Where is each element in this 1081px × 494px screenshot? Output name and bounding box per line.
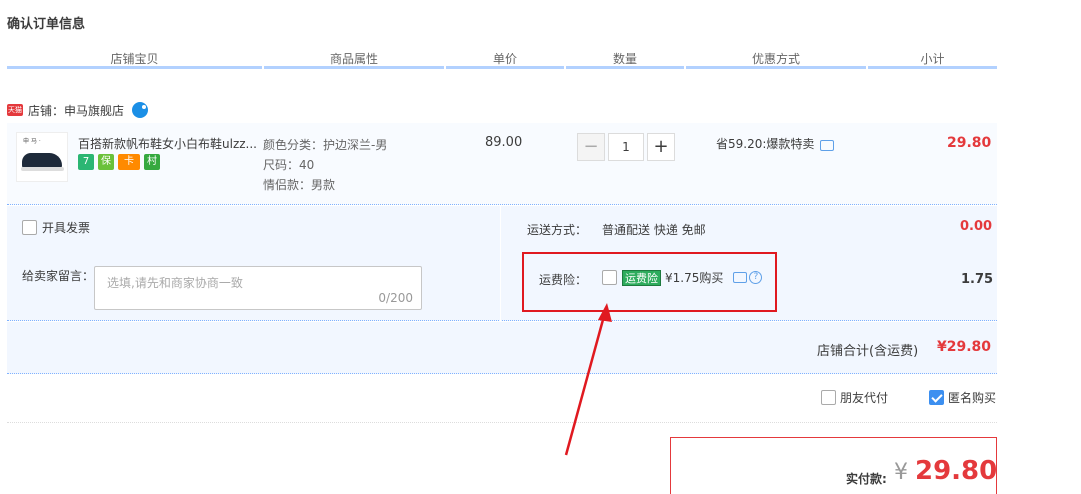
qty-increase-button[interactable]: + bbox=[647, 133, 675, 161]
village-tao-icon[interactable]: 村 bbox=[144, 154, 160, 170]
extras-section: 开具发票 给卖家留言： 选填,请先和商家协商一致 0/200 运送方式： 普通配… bbox=[7, 206, 997, 321]
invoice-label: 开具发票 bbox=[42, 221, 91, 235]
col-header-price: 单价 bbox=[446, 50, 564, 69]
shop-row: 天猫 店铺：申马旗舰店 bbox=[7, 101, 149, 119]
col-header-discount: 优惠方式 bbox=[686, 50, 866, 69]
col-header-qty: 数量 bbox=[566, 50, 684, 69]
shoe-sole-image bbox=[21, 167, 64, 171]
currency-symbol: ¥ bbox=[894, 460, 908, 485]
actual-payment-amount: 29.80 bbox=[915, 456, 998, 486]
invoice-option[interactable]: 开具发票 bbox=[22, 219, 90, 236]
shipping-method: 普通配送 快递 免邮 bbox=[602, 223, 706, 237]
col-header-subtotal: 小计 bbox=[868, 50, 997, 69]
actual-payment-label: 实付款: bbox=[846, 472, 887, 486]
thumbnail-brand-text: 申 马 · bbox=[23, 138, 41, 145]
memo-label: 给卖家留言： bbox=[22, 269, 95, 283]
shipping-fee: 0.00 bbox=[960, 219, 993, 234]
friend-pay-option[interactable]: 朋友代付 bbox=[821, 389, 888, 406]
annotation-highlight-box bbox=[522, 252, 777, 312]
credit-card-icon[interactable]: 卡 bbox=[118, 154, 140, 170]
item-subtotal: 29.80 bbox=[947, 135, 992, 151]
comment-icon[interactable] bbox=[820, 140, 835, 151]
insurance-fee: 1.75 bbox=[961, 272, 994, 287]
order-item: 申 马 · 百搭新款帆布鞋女小白布鞋ulzz... 7 保 卡 村 颜色分类：护… bbox=[7, 123, 997, 205]
column-headers: 店铺宝贝 商品属性 单价 数量 优惠方式 小计 bbox=[7, 50, 997, 72]
anonymous-checkbox[interactable] bbox=[929, 390, 944, 405]
attr-color: 颜色分类：护边深兰-男 bbox=[263, 138, 388, 152]
memo-char-count: 0/200 bbox=[378, 291, 413, 305]
col-header-item: 店铺宝贝 bbox=[7, 50, 262, 69]
shipping-label: 运送方式： bbox=[527, 223, 588, 237]
seller-memo-input[interactable]: 选填,请先和商家协商一致 0/200 bbox=[94, 266, 422, 310]
anonymous-purchase-option[interactable]: 匿名购买 bbox=[929, 389, 996, 406]
friend-pay-label: 朋友代付 bbox=[840, 391, 889, 405]
discount-text: 省59.20:爆款特卖 bbox=[716, 137, 815, 151]
discount-info: 省59.20:爆款特卖 bbox=[716, 135, 835, 152]
page-title: 确认订单信息 bbox=[7, 17, 86, 32]
qty-input[interactable]: 1 bbox=[608, 133, 644, 161]
shop-name[interactable]: 店铺：申马旗舰店 bbox=[28, 102, 124, 119]
shop-total-value: ¥29.80 bbox=[937, 339, 992, 355]
product-title-link[interactable]: 百搭新款帆布鞋女小白布鞋ulzz... bbox=[78, 135, 258, 152]
attr-style: 情侣款：男款 bbox=[263, 178, 336, 192]
extras-left-pane: 开具发票 给卖家留言： 选填,请先和商家协商一致 0/200 bbox=[7, 206, 501, 321]
service-badges: 7 保 卡 村 bbox=[78, 154, 160, 170]
shop-total-label: 店铺合计(含运费) bbox=[817, 344, 919, 359]
shop-total-row: 店铺合计(含运费) ¥29.80 bbox=[7, 322, 997, 374]
product-thumbnail[interactable]: 申 马 · bbox=[16, 132, 68, 182]
payment-options-row: 朋友代付 匿名购买 bbox=[7, 375, 997, 423]
unit-price: 89.00 bbox=[485, 135, 523, 150]
friend-pay-checkbox[interactable] bbox=[821, 390, 836, 405]
qty-decrease-button[interactable]: − bbox=[577, 133, 605, 161]
col-header-attrs: 商品属性 bbox=[264, 50, 444, 69]
attr-size: 尺码：40 bbox=[263, 158, 315, 172]
wangwang-chat-icon[interactable] bbox=[132, 102, 149, 118]
quantity-stepper: − 1 + bbox=[577, 133, 675, 161]
product-attributes: 颜色分类：护边深兰-男 尺码：40 情侣款：男款 bbox=[263, 135, 387, 195]
seven-day-return-icon[interactable]: 7 bbox=[78, 154, 94, 170]
guarantee-icon[interactable]: 保 bbox=[98, 154, 114, 170]
tmall-badge-icon: 天猫 bbox=[7, 104, 23, 116]
memo-placeholder: 选填,请先和商家协商一致 bbox=[107, 276, 243, 290]
payment-summary: 实付款: ¥ 29.80 bbox=[670, 437, 997, 494]
anonymous-label: 匿名购买 bbox=[948, 391, 997, 405]
invoice-checkbox[interactable] bbox=[22, 220, 37, 235]
